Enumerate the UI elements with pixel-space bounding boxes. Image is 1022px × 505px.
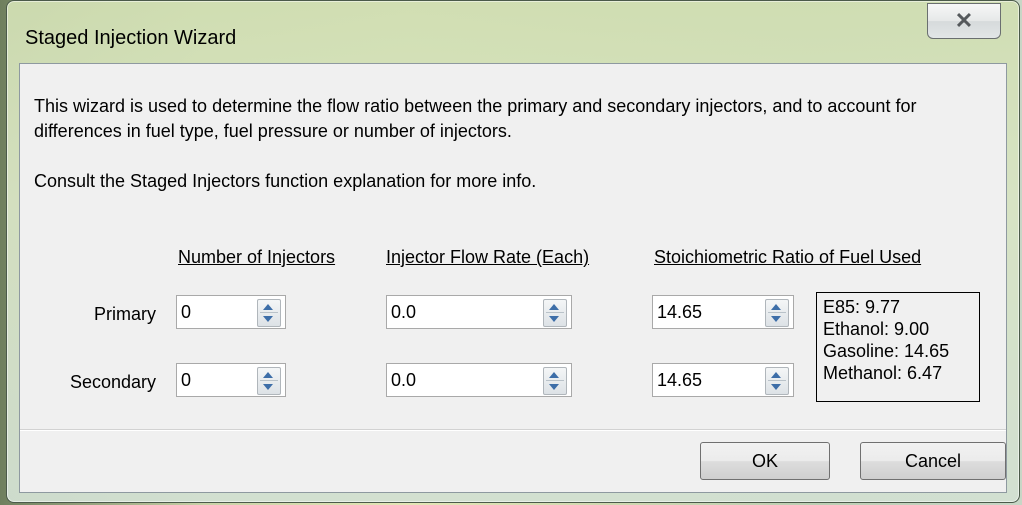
window-title: Staged Injection Wizard	[25, 27, 237, 49]
fuel-ratio-ethanol: Ethanol: 9.00	[823, 319, 930, 339]
primary-stoich-value: 14.65	[657, 302, 703, 322]
primary-num-injectors-value: 0	[181, 302, 192, 322]
description-text: This wizard is used to determine the flo…	[34, 96, 917, 141]
spin-down-icon[interactable]	[549, 384, 559, 390]
ok-button[interactable]: OK	[700, 442, 830, 480]
secondary-flow-rate-spin-buttons[interactable]	[543, 367, 567, 395]
spin-up-icon[interactable]	[263, 304, 273, 310]
spin-up-icon[interactable]	[771, 304, 781, 310]
secondary-stoich-value: 14.65	[657, 370, 703, 390]
primary-flow-rate-value: 0.0	[391, 302, 417, 322]
fuel-ratio-gasoline: Gasoline: 14.65	[823, 341, 950, 361]
close-icon: ✕	[954, 8, 974, 33]
header-injector-flow-rate: Injector Flow Rate (Each)	[386, 247, 590, 267]
close-button[interactable]: ✕	[927, 3, 1001, 39]
title-bar: Staged Injection Wizard ✕	[7, 1, 1019, 61]
fuel-ratio-methanol: Methanol: 6.47	[823, 363, 943, 383]
fuel-ratio-reference: E85: 9.77 Ethanol: 9.00 Gasoline: 14.65 …	[816, 292, 980, 402]
primary-stoich-stepper[interactable]: 14.65	[652, 295, 794, 329]
primary-flow-rate-stepper[interactable]: 0.0	[386, 295, 572, 329]
secondary-stoich-spin-buttons[interactable]	[765, 367, 789, 395]
secondary-stoich-stepper[interactable]: 14.65	[652, 363, 794, 397]
divider	[20, 429, 1006, 431]
secondary-num-injectors-stepper[interactable]: 0	[176, 363, 286, 397]
consult-text: Consult the Staged Injectors function ex…	[34, 171, 537, 191]
primary-label: Primary	[94, 304, 156, 324]
dialog-window: Staged Injection Wizard ✕ This wizard is…	[6, 0, 1020, 503]
header-number-of-injectors: Number of Injectors	[178, 247, 336, 267]
spin-down-icon[interactable]	[771, 384, 781, 390]
secondary-flow-rate-value: 0.0	[391, 370, 417, 390]
primary-num-injectors-spin-buttons[interactable]	[257, 299, 281, 327]
primary-num-injectors-stepper[interactable]: 0	[176, 295, 286, 329]
secondary-num-injectors-value: 0	[181, 370, 192, 390]
secondary-label: Secondary	[69, 372, 156, 392]
spin-down-icon[interactable]	[549, 316, 559, 322]
secondary-flow-rate-stepper[interactable]: 0.0	[386, 363, 572, 397]
primary-flow-rate-spin-buttons[interactable]	[543, 299, 567, 327]
spin-up-icon[interactable]	[771, 372, 781, 378]
dialog-content: This wizard is used to determine the flo…	[19, 63, 1007, 493]
spin-down-icon[interactable]	[771, 316, 781, 322]
header-stoichiometric-ratio: Stoichiometric Ratio of Fuel Used	[654, 247, 922, 267]
spin-up-icon[interactable]	[549, 304, 559, 310]
spin-down-icon[interactable]	[263, 316, 273, 322]
spin-up-icon[interactable]	[549, 372, 559, 378]
primary-stoich-spin-buttons[interactable]	[765, 299, 789, 327]
description: This wizard is used to determine the flo…	[34, 94, 984, 194]
spin-down-icon[interactable]	[263, 384, 273, 390]
fuel-ratio-e85: E85: 9.77	[823, 297, 901, 317]
cancel-button[interactable]: Cancel	[860, 442, 1006, 480]
spin-up-icon[interactable]	[263, 372, 273, 378]
secondary-num-injectors-spin-buttons[interactable]	[257, 367, 281, 395]
